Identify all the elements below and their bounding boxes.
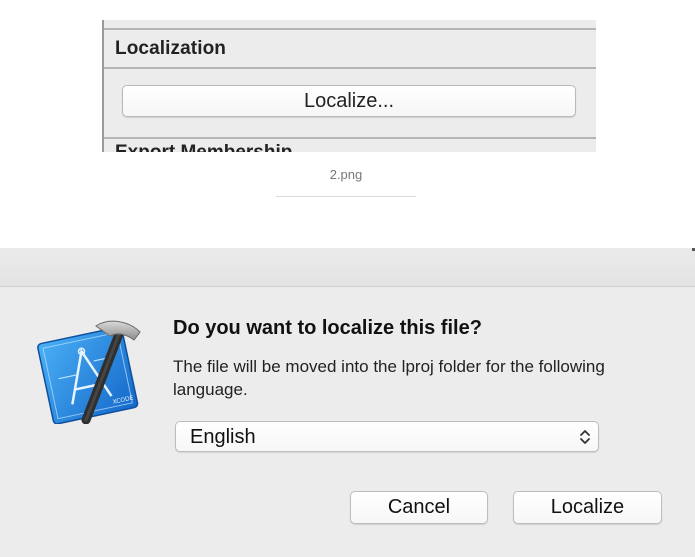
localize-button[interactable]: Localize <box>513 491 662 524</box>
page: Localization Localize... Export Membersh… <box>0 0 695 557</box>
localize-dialog: XCODE Do you want to localize this file?… <box>0 248 695 557</box>
cancel-button[interactable]: Cancel <box>350 491 488 524</box>
dialog-title: Do you want to localize this file? <box>173 317 482 339</box>
dialog-message: The file will be moved into the lproj fo… <box>173 357 605 399</box>
section-divider <box>104 137 596 139</box>
caption-divider <box>276 196 416 197</box>
localize-ellipsis-button[interactable]: Localize... <box>122 85 576 117</box>
inspector-panel: Localization Localize... Export Membersh… <box>102 20 596 152</box>
xcode-icon: XCODE <box>37 320 141 424</box>
language-select[interactable]: English <box>175 421 599 452</box>
up-down-chevron-icon <box>580 430 590 444</box>
next-section-title: Export Membership <box>115 142 292 152</box>
section-divider <box>104 67 596 69</box>
section-divider <box>104 28 596 30</box>
section-title: Localization <box>115 38 226 59</box>
image-caption: 2.png <box>329 167 363 182</box>
language-select-value: English <box>190 426 256 448</box>
dialog-titlebar <box>0 248 695 287</box>
